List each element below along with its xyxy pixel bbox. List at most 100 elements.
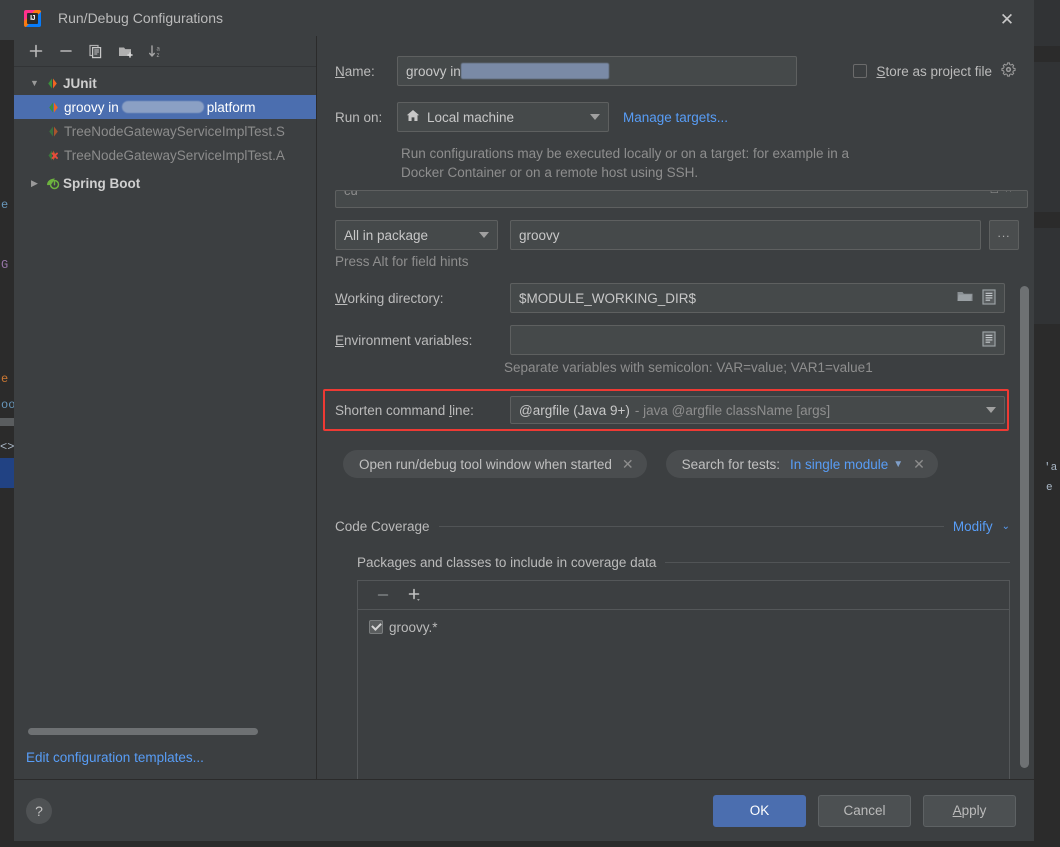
- add-pattern-button[interactable]: [402, 583, 428, 607]
- store-as-project-file-checkbox[interactable]: [853, 64, 868, 78]
- run-on-dropdown[interactable]: Local machine: [397, 102, 609, 132]
- environment-variables-row: Environment variables:: [335, 325, 1005, 355]
- gear-icon[interactable]: [1001, 62, 1016, 80]
- tree-node-groovy-in-platform[interactable]: groovy in platform: [14, 95, 316, 119]
- chevron-down-icon: [986, 407, 996, 413]
- tree-node-label: groovy in platform: [62, 100, 256, 115]
- scrollbar-thumb[interactable]: [1020, 286, 1029, 768]
- coverage-pattern-label: groovy.*: [389, 619, 438, 635]
- chip-search-for-tests[interactable]: Search for tests: In single module ▼ ✕: [665, 450, 938, 478]
- configurations-tree[interactable]: ▼ JUnit groovy in platform TreeNodeGatew…: [14, 67, 316, 735]
- run-on-row: Run on: Local machine Manage targets...: [317, 102, 1034, 132]
- test-kind-value: All in package: [344, 227, 429, 243]
- name-label: Name:: [335, 63, 375, 79]
- coverage-patterns-box: groovy.*: [357, 580, 1010, 779]
- test-kind-dropdown[interactable]: All in package: [335, 220, 498, 250]
- edit-variables-icon[interactable]: [982, 330, 996, 350]
- help-button[interactable]: ?: [26, 797, 52, 824]
- cancel-button[interactable]: Cancel: [818, 794, 911, 827]
- working-directory-input[interactable]: $MODULE_WORKING_DIR$: [510, 283, 1005, 313]
- svg-text:z: z: [156, 53, 159, 59]
- configuration-editor-panel: Name: groovy in Store as project file Ru…: [317, 36, 1034, 779]
- clipped-field-above[interactable]: cu □×: [335, 190, 1028, 208]
- chip-open-run-debug-tool-window[interactable]: Open run/debug tool window when started …: [343, 450, 647, 478]
- tree-node-label: Spring Boot: [63, 175, 141, 191]
- tree-node-spring-boot[interactable]: ▶ Spring Boot: [14, 171, 316, 195]
- test-kind-row: All in package groovy ...: [335, 220, 1019, 250]
- store-as-project-file-label: Store as project file: [876, 63, 992, 79]
- manage-targets-link[interactable]: Manage targets...: [623, 110, 728, 125]
- clipped-field-text: cu: [344, 190, 358, 198]
- remove-pattern-button[interactable]: [370, 583, 396, 607]
- package-browse-button[interactable]: ...: [989, 220, 1019, 250]
- name-row: Name: groovy in Store as project file: [317, 56, 1034, 86]
- folder-icon[interactable]: [957, 290, 973, 306]
- working-directory-label: Working directory:: [335, 290, 444, 306]
- tree-node-junit[interactable]: ▼ JUnit: [14, 71, 316, 95]
- options-chips-row: Open run/debug tool window when started …: [343, 450, 938, 478]
- tree-node-label-suffix: platform: [206, 99, 256, 115]
- tree-node-treenode-test-a[interactable]: TreeNodeGatewayServiceImplTest.A: [14, 143, 316, 167]
- backdrop-right-block: [1034, 228, 1060, 324]
- code-coverage-section-header: Code Coverage Modify ⌄: [335, 519, 1010, 534]
- chevron-down-icon[interactable]: ▼: [893, 459, 903, 470]
- alt-field-hint: Press Alt for field hints: [335, 254, 469, 269]
- backdrop-code-fragment: e: [1, 198, 9, 212]
- tree-node-label: JUnit: [63, 75, 97, 91]
- working-directory-value: $MODULE_WORKING_DIR$: [519, 290, 697, 306]
- coverage-toolbar: [358, 581, 1009, 610]
- coverage-include-header: Packages and classes to include in cover…: [357, 555, 1010, 570]
- sort-alphabetically-button[interactable]: a z: [142, 39, 169, 64]
- chevron-right-icon[interactable]: ▶: [26, 178, 43, 189]
- name-input[interactable]: groovy in: [397, 56, 797, 86]
- clipped-field-controls: □×: [991, 191, 1019, 196]
- modify-link[interactable]: Modify: [953, 519, 993, 534]
- working-directory-row: Working directory: $MODULE_WORKING_DIR$: [335, 283, 1005, 313]
- junit-error-icon: [44, 149, 62, 162]
- backdrop-selection: [0, 458, 14, 488]
- apply-button[interactable]: Apply: [923, 794, 1016, 827]
- chevron-down-icon[interactable]: ⌄: [1002, 521, 1010, 532]
- junit-icon: [43, 77, 61, 90]
- new-folder-button[interactable]: [112, 39, 139, 64]
- environment-variables-hint: Separate variables with semicolon: VAR=v…: [504, 360, 873, 375]
- edit-configuration-templates-link[interactable]: Edit configuration templates...: [14, 735, 316, 779]
- junit-icon: [44, 125, 62, 138]
- coverage-pattern-checkbox[interactable]: [369, 620, 383, 634]
- configuration-header-form: Name: groovy in Store as project file Ru…: [317, 36, 1034, 182]
- coverage-patterns-list[interactable]: groovy.*: [358, 610, 1009, 638]
- copy-configuration-button[interactable]: [82, 39, 109, 64]
- run-on-value: Local machine: [427, 109, 515, 125]
- backdrop-code-fragment: e: [1046, 482, 1053, 494]
- redacted-text: [121, 100, 204, 113]
- backdrop-top: [0, 0, 14, 40]
- tree-horizontal-scrollbar[interactable]: [28, 728, 258, 735]
- remove-configuration-button[interactable]: [52, 39, 79, 64]
- shorten-command-line-detail: - java @argfile className [args]: [634, 402, 831, 418]
- store-as-project-file-row[interactable]: Store as project file: [853, 62, 1016, 80]
- environment-variables-label: Environment variables:: [335, 332, 473, 348]
- ok-button[interactable]: OK: [713, 794, 806, 827]
- configuration-scroll-region: cu □× All in package groovy ... Press Al…: [317, 190, 1034, 779]
- close-icon[interactable]: ✕: [913, 456, 925, 473]
- package-input[interactable]: groovy: [510, 220, 981, 250]
- tree-node-label: TreeNodeGatewayServiceImplTest.S: [64, 123, 285, 139]
- chip-value[interactable]: In single module: [790, 457, 888, 472]
- coverage-pattern-item[interactable]: groovy.*: [358, 616, 1009, 638]
- close-icon[interactable]: ✕: [622, 456, 634, 473]
- redacted-text: [460, 63, 609, 79]
- editor-vertical-scrollbar[interactable]: [1020, 190, 1031, 779]
- chevron-down-icon[interactable]: ▼: [26, 78, 43, 88]
- dialog-actions: OK Cancel Apply: [713, 794, 1016, 827]
- close-icon[interactable]: ✕: [994, 6, 1020, 32]
- shorten-command-line-dropdown[interactable]: @argfile (Java 9+) - java @argfile class…: [510, 396, 1005, 424]
- expand-macro-icon[interactable]: [982, 288, 996, 308]
- tree-node-treenode-test-s[interactable]: TreeNodeGatewayServiceImplTest.S: [14, 119, 316, 143]
- chevron-down-icon: [479, 232, 489, 238]
- dialog-titlebar: IJ Run/Debug Configurations ✕: [14, 0, 1034, 36]
- environment-variables-input[interactable]: [510, 325, 1005, 355]
- backdrop-right-block: [1034, 62, 1060, 212]
- add-configuration-button[interactable]: [22, 39, 49, 64]
- backdrop-code-fragment: e: [1, 372, 9, 386]
- shorten-command-line-label: Shorten command line:: [335, 402, 474, 418]
